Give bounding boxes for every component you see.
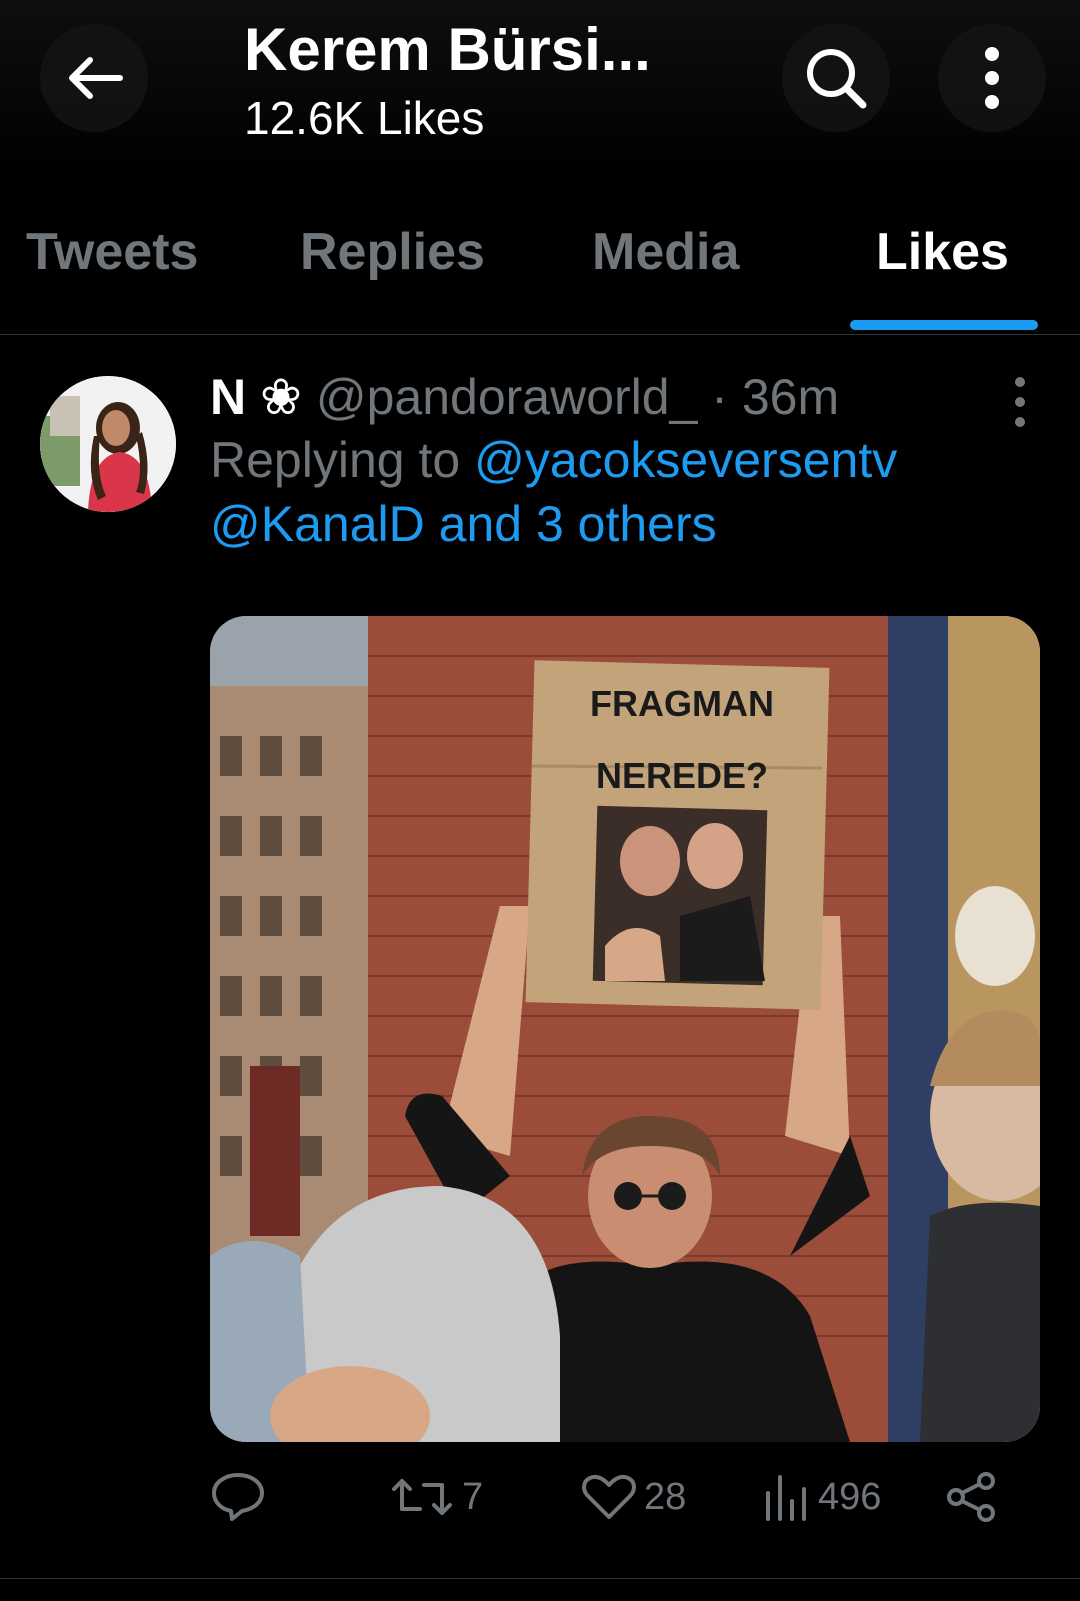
author-handle[interactable]: @pandoraworld_ [316, 369, 698, 425]
reply-action[interactable] [210, 1462, 274, 1532]
header-title-block: Kerem Bürsi... 12.6K Likes [244, 14, 651, 146]
search-icon [807, 49, 867, 109]
dot-icon [1015, 417, 1025, 427]
dot-icon [1015, 397, 1025, 407]
active-tab-indicator [850, 320, 1038, 330]
retweet-action[interactable]: 7 [390, 1462, 483, 1532]
mention-others-link[interactable]: @KanalD and 3 others [210, 496, 717, 552]
sign-text-line1: FRAGMAN [590, 683, 774, 724]
tab-likes[interactable]: Likes [876, 222, 1009, 282]
page-title: Kerem Bürsi... [244, 16, 651, 83]
tweet[interactable]: N ❀ @pandoraworld_ · 36m Replying to @ya… [0, 336, 1080, 1576]
meme-photo: FRAGMAN NEREDE? [210, 616, 1040, 1442]
tweet-author-line: N ❀ @pandoraworld_ · 36m [210, 366, 1030, 428]
tweet-image[interactable]: FRAGMAN NEREDE? [210, 616, 1040, 1442]
search-button[interactable] [782, 24, 890, 132]
back-button[interactable] [40, 24, 148, 132]
tweet-divider [0, 1578, 1080, 1579]
heart-icon [582, 1474, 636, 1519]
likes-count-subtitle: 12.6K Likes [244, 92, 485, 144]
arrow-left-icon [69, 57, 123, 99]
name-flower-glyph: ❀ [260, 369, 302, 425]
share-action[interactable] [946, 1462, 998, 1532]
more-options-button[interactable] [938, 24, 1046, 132]
share-icon [947, 1472, 995, 1522]
views-action[interactable]: 496 [762, 1462, 881, 1532]
screen: Kerem Bürsi... 12.6K Likes Tweets Replie… [0, 0, 1080, 1601]
more-vertical-icon [985, 47, 999, 109]
sign-text-line2: NEREDE? [596, 755, 768, 796]
views-chart-icon [766, 1475, 806, 1521]
tab-replies[interactable]: Replies [300, 222, 485, 282]
views-count: 496 [818, 1475, 882, 1518]
avatar[interactable] [40, 376, 176, 512]
tweet-header: N ❀ @pandoraworld_ · 36m Replying to @ya… [210, 366, 1030, 556]
like-action[interactable]: 28 [582, 1462, 686, 1532]
dot-icon [1015, 377, 1025, 387]
author-name[interactable]: N [210, 369, 246, 425]
avatar-photo [40, 376, 176, 512]
retweet-icon [392, 1479, 452, 1515]
profile-header: Kerem Bürsi... 12.6K Likes [0, 0, 1080, 172]
tab-tweets[interactable]: Tweets [26, 222, 198, 282]
mention-link[interactable]: @yacokseversentv [474, 432, 897, 488]
retweet-count: 7 [462, 1475, 484, 1518]
tab-media[interactable]: Media [592, 222, 739, 282]
tweet-more-button[interactable] [1000, 372, 1040, 432]
tweet-actions: 7 28 496 [210, 1462, 1040, 1532]
replying-prefix: Replying to [210, 432, 461, 488]
reply-icon [212, 1473, 264, 1521]
replying-to-line: Replying to @yacokseversentv [210, 428, 1030, 492]
tweet-time: · 36m [711, 369, 840, 425]
profile-tabs: Tweets Replies Media Likes [0, 200, 1080, 335]
like-count: 28 [644, 1475, 687, 1518]
replying-to-line-2: @KanalD and 3 others [210, 492, 1030, 556]
